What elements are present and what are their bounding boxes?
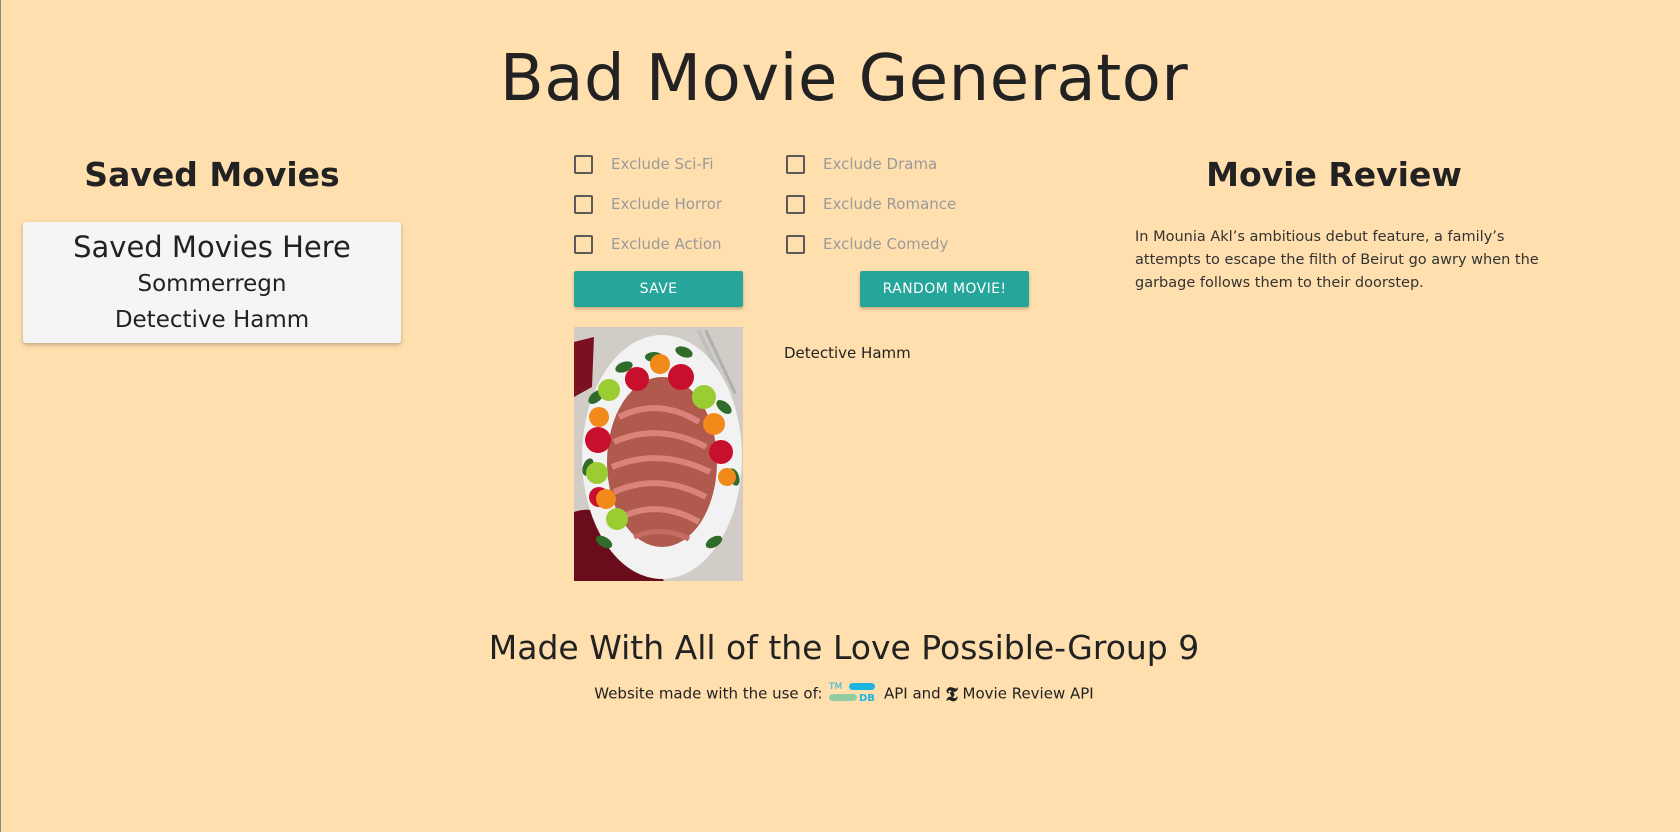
checkbox[interactable] bbox=[786, 234, 805, 254]
credits-prefix: Website made with the use of: bbox=[594, 684, 823, 703]
movie-review-text: In Mounia Akl’s ambitious debut feature,… bbox=[1135, 229, 1539, 291]
filter-romance[interactable]: Exclude Romance bbox=[786, 192, 956, 216]
filter-label: Exclude Sci-Fi bbox=[611, 155, 714, 173]
footer-title: Made With All of the Love Possible-Group… bbox=[488, 628, 1200, 667]
tmdb-logo-bottom: DB bbox=[859, 693, 875, 704]
save-button[interactable]: Save bbox=[574, 271, 743, 307]
tmdb-logo-top: TM bbox=[828, 682, 842, 692]
checkbox[interactable] bbox=[574, 194, 593, 214]
checkbox[interactable] bbox=[574, 234, 593, 254]
tmdb-suffix: API and bbox=[883, 684, 941, 703]
nyt-logo: 𝕿 bbox=[945, 682, 958, 706]
filter-label: Exclude Horror bbox=[611, 195, 723, 213]
page-title: Bad Movie Generator bbox=[499, 42, 1189, 116]
movie-review-heading: Movie Review bbox=[1206, 155, 1462, 194]
filter-label: Exclude Drama bbox=[823, 155, 938, 173]
filter-drama[interactable]: Exclude Drama bbox=[786, 152, 937, 176]
nyt-suffix: Movie Review API bbox=[962, 684, 1094, 703]
filter-label: Exclude Comedy bbox=[823, 235, 949, 253]
filter-sci-fi[interactable]: Exclude Sci-Fi bbox=[574, 152, 714, 176]
tmdb-logo: TM DB bbox=[827, 680, 879, 708]
filter-label: Exclude Action bbox=[611, 235, 722, 253]
filter-action[interactable]: Exclude Action bbox=[574, 232, 722, 256]
checkbox[interactable] bbox=[786, 154, 805, 174]
movie-poster-image bbox=[574, 327, 743, 581]
checkbox[interactable] bbox=[786, 194, 805, 214]
saved-movie-item[interactable]: Detective Hamm bbox=[23, 302, 401, 338]
filter-label: Exclude Romance bbox=[823, 195, 957, 213]
filter-horror[interactable]: Exclude Horror bbox=[574, 192, 722, 216]
checkbox[interactable] bbox=[574, 154, 593, 174]
current-movie-title: Detective Hamm bbox=[784, 344, 911, 362]
saved-movies-heading: Saved Movies bbox=[84, 155, 340, 194]
saved-movies-card: Saved Movies Here Sommerregn Detective H… bbox=[23, 222, 401, 343]
filter-comedy[interactable]: Exclude Comedy bbox=[786, 232, 948, 256]
saved-movies-card-title: Saved Movies Here bbox=[73, 230, 351, 264]
saved-movie-item[interactable]: Sommerregn bbox=[23, 266, 401, 302]
random-movie-button[interactable]: Random Movie! bbox=[860, 271, 1029, 307]
footer-credits: Website made with the use of: TM DB API … bbox=[1, 680, 1680, 708]
